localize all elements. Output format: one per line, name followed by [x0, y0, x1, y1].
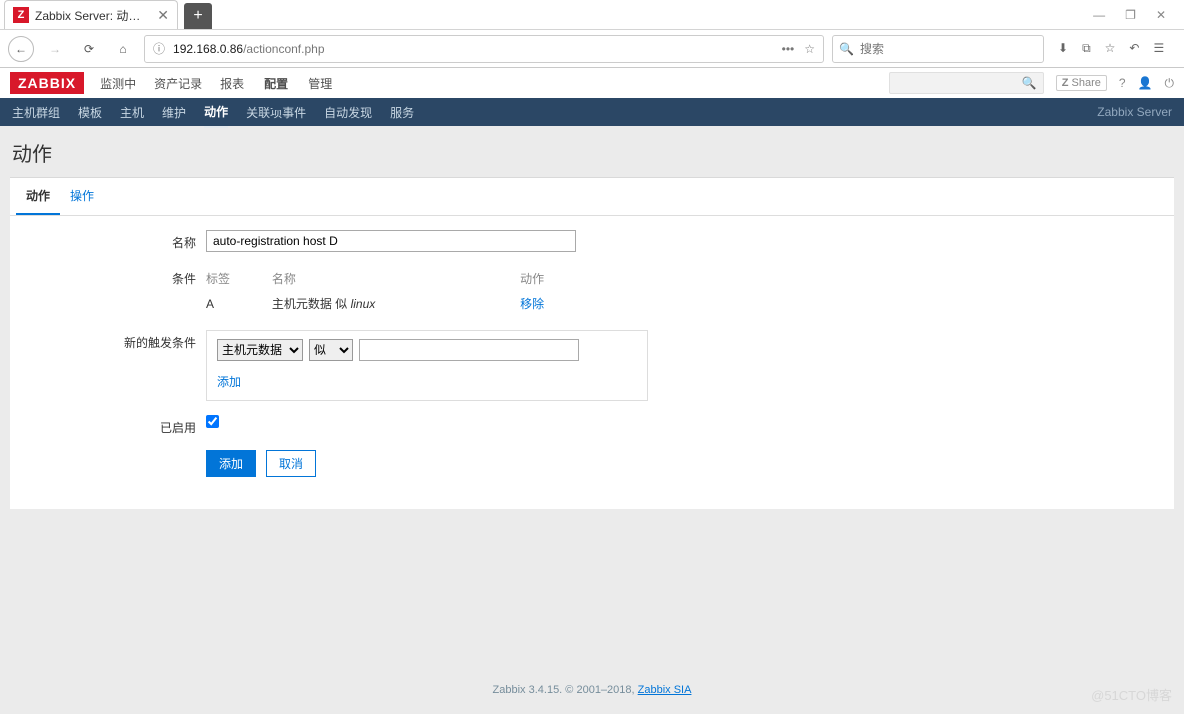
browser-toolbar: ← → ⟳ ⌂ ⓘ 192.168.0.86/actionconf.php ••…: [0, 30, 1184, 68]
submenu-hosts[interactable]: 主机: [120, 98, 144, 127]
power-icon[interactable]: ⏻: [1165, 76, 1175, 91]
tab-title: Zabbix Server: 动作的配置: [35, 7, 151, 24]
search-icon: 🔍: [839, 42, 854, 56]
page: 动作 动作 操作 名称 条件 标签 名称 动作: [0, 126, 1184, 509]
menu-admin[interactable]: 管理: [306, 69, 334, 98]
submenu-maintenance[interactable]: 维护: [162, 98, 186, 127]
select-operator[interactable]: 似: [309, 339, 353, 361]
th-action: 动作: [520, 266, 586, 291]
window-close-icon[interactable]: ✕: [1156, 8, 1166, 22]
form-tabs: 动作 操作: [10, 178, 1174, 216]
reload-button[interactable]: ⟳: [76, 36, 102, 62]
home-button[interactable]: ⌂: [110, 36, 136, 62]
footer-link[interactable]: Zabbix SIA: [638, 684, 692, 696]
menu-active-indicator: [271, 93, 285, 110]
window-min-icon[interactable]: —: [1093, 8, 1105, 22]
submenu-hostgroups[interactable]: 主机群组: [12, 98, 60, 127]
submenu-services[interactable]: 服务: [390, 98, 414, 127]
label-enabled: 已启用: [10, 415, 206, 436]
th-tag: 标签: [206, 266, 272, 291]
browser-search-input[interactable]: [860, 42, 1037, 56]
select-condition-type[interactable]: 主机元数据: [217, 339, 303, 361]
tab-action[interactable]: 动作: [16, 178, 60, 215]
url-text: 192.168.0.86/actionconf.php: [173, 42, 774, 56]
browser-titlebar: Z Zabbix Server: 动作的配置 ✕ + — ❐ ✕: [0, 0, 1184, 30]
label-new-condition: 新的触发条件: [10, 330, 206, 351]
new-tab-button[interactable]: +: [184, 3, 212, 29]
zabbix-logo[interactable]: ZABBIX: [10, 72, 84, 94]
help-icon[interactable]: ?: [1119, 76, 1126, 90]
input-name[interactable]: [206, 230, 576, 252]
url-bar[interactable]: ⓘ 192.168.0.86/actionconf.php ••• ☆: [144, 35, 824, 63]
condition-row: A 主机元数据 似 linux 移除: [206, 291, 586, 316]
back-button[interactable]: ←: [8, 36, 34, 62]
close-tab-icon[interactable]: ✕: [157, 7, 169, 24]
watermark: @51CTO博客: [1091, 685, 1172, 704]
zabbix-search[interactable]: 🔍: [889, 72, 1044, 94]
history-back-icon[interactable]: ↶: [1129, 41, 1139, 56]
th-name: 名称: [272, 266, 520, 291]
menu-reports[interactable]: 报表: [218, 69, 246, 98]
remove-link[interactable]: 移除: [520, 297, 544, 311]
bookmark-star-icon[interactable]: ☆: [1105, 41, 1116, 56]
hamburger-icon[interactable]: ☰: [1153, 41, 1164, 56]
submenu-server-label: Zabbix Server: [1097, 99, 1172, 125]
add-condition-link[interactable]: 添加: [217, 375, 241, 389]
more-icon[interactable]: •••: [782, 42, 795, 56]
submenu-discovery[interactable]: 自动发现: [324, 98, 372, 127]
menu-configuration[interactable]: 配置: [260, 69, 292, 98]
new-condition-box: 主机元数据 似 添加: [206, 330, 648, 401]
browser-search[interactable]: 🔍: [832, 35, 1044, 63]
footer: Zabbix 3.4.15. © 2001–2018, Zabbix SIA: [0, 684, 1184, 696]
bookmark-icon[interactable]: ☆: [804, 42, 815, 56]
submenu-templates[interactable]: 模板: [78, 98, 102, 127]
browser-tab[interactable]: Z Zabbix Server: 动作的配置 ✕: [4, 0, 178, 29]
checkbox-enabled[interactable]: [206, 415, 219, 428]
label-conditions: 条件: [10, 266, 206, 287]
input-condition-value[interactable]: [359, 339, 579, 361]
cond-tag: A: [206, 291, 272, 316]
share-button[interactable]: ZShare: [1056, 75, 1107, 91]
window-max-icon[interactable]: ❐: [1125, 8, 1136, 22]
tab-operation[interactable]: 操作: [60, 178, 104, 215]
info-icon[interactable]: ⓘ: [153, 40, 165, 57]
sub-menu: 主机群组 模板 主机 维护 动作 关联项事件 自动发现 服务 Zabbix Se…: [0, 98, 1184, 126]
favicon: Z: [13, 7, 29, 23]
zabbix-header: ZABBIX 监测中 资产记录 报表 配置 管理 🔍 ZShare ? 👤 ⏻: [0, 68, 1184, 98]
add-button[interactable]: 添加: [206, 450, 256, 477]
addons-icon[interactable]: ⧉: [1082, 41, 1091, 56]
panel: 动作 操作 名称 条件 标签 名称 动作: [10, 177, 1174, 509]
menu-inventory[interactable]: 资产记录: [152, 69, 204, 98]
download-icon[interactable]: ⬇: [1058, 41, 1068, 56]
main-menu: 监测中 资产记录 报表 配置 管理: [98, 69, 334, 98]
user-icon[interactable]: 👤: [1138, 76, 1153, 90]
page-title: 动作: [10, 138, 1174, 177]
forward-button[interactable]: →: [42, 36, 68, 62]
cancel-button[interactable]: 取消: [266, 450, 316, 477]
menu-monitoring[interactable]: 监测中: [98, 69, 138, 98]
submenu-actions[interactable]: 动作: [204, 97, 228, 128]
search-icon: 🔍: [1022, 76, 1037, 90]
label-name: 名称: [10, 230, 206, 251]
cond-name: 主机元数据 似 linux: [272, 291, 520, 316]
